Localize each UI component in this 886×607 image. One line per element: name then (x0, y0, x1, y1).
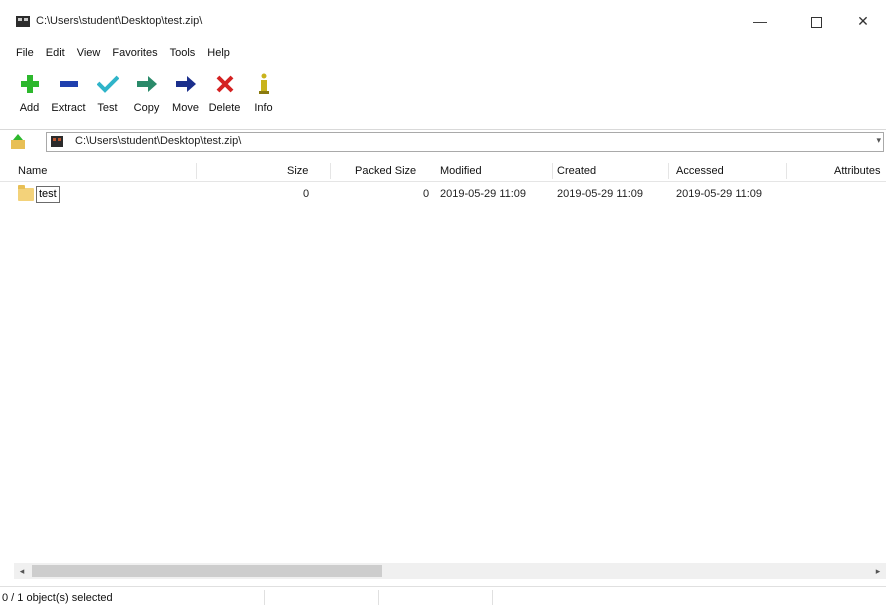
test-icon (96, 72, 120, 96)
extract-button[interactable]: Extract (49, 70, 88, 122)
maximize-button[interactable] (793, 6, 839, 36)
scroll-thumb[interactable] (32, 565, 382, 577)
move-icon (174, 72, 198, 96)
column-modified[interactable]: Modified (440, 161, 482, 181)
move-button[interactable]: Move (166, 70, 205, 122)
chevron-down-icon[interactable]: ▾ (876, 135, 881, 146)
file-packed-size-cell: 0 (423, 188, 430, 200)
scroll-right-icon[interactable]: ▸ (870, 563, 886, 579)
column-divider[interactable] (552, 163, 553, 179)
toolbar: Add Extract Test Copy Move Delete Info (10, 70, 283, 122)
add-button[interactable]: Add (10, 70, 49, 122)
title-bar: C:\Users\student\Desktop\test.zip\ — ✕ (0, 0, 886, 40)
menu-bar: File Edit View Favorites Tools Help (10, 45, 236, 61)
delete-label: Delete (208, 102, 241, 114)
info-button[interactable]: Info (244, 70, 283, 122)
copy-label: Copy (133, 102, 160, 114)
up-folder-icon (11, 134, 25, 149)
column-accessed[interactable]: Accessed (676, 161, 724, 181)
column-divider[interactable] (786, 163, 787, 179)
status-divider (378, 590, 379, 605)
close-button[interactable]: ✕ (840, 6, 886, 36)
column-name[interactable]: Name (18, 161, 47, 181)
file-accessed-cell: 2019-05-29 11:09 (676, 188, 763, 200)
add-label: Add (19, 102, 40, 114)
menu-help[interactable]: Help (201, 45, 236, 61)
column-attributes[interactable]: Attributes (834, 161, 880, 181)
menu-file[interactable]: File (10, 45, 40, 61)
menu-view[interactable]: View (71, 45, 107, 61)
extract-icon (57, 72, 81, 96)
test-label: Test (97, 102, 118, 114)
minimize-button[interactable]: — (737, 6, 783, 36)
column-packed-size[interactable]: Packed Size (355, 161, 416, 181)
address-input[interactable]: C:\Users\student\Desktop\test.zip\ ▾ (46, 132, 884, 152)
file-modified-cell: 2019-05-29 11:09 (440, 188, 527, 200)
file-list-header: Name Size Packed Size Modified Created A… (0, 161, 886, 182)
menu-tools[interactable]: Tools (164, 45, 202, 61)
move-label: Move (172, 102, 199, 114)
address-path: C:\Users\student\Desktop\test.zip\ (75, 135, 242, 147)
scroll-left-icon[interactable]: ◂ (14, 563, 30, 579)
delete-icon (213, 72, 237, 96)
menu-favorites[interactable]: Favorites (106, 45, 163, 61)
horizontal-scrollbar[interactable]: ◂ ▸ (14, 563, 886, 579)
info-icon (252, 72, 276, 96)
address-bar: C:\Users\student\Desktop\test.zip\ ▾ (0, 129, 886, 154)
copy-icon (135, 72, 159, 96)
add-icon (18, 72, 42, 96)
up-folder-button[interactable] (10, 134, 26, 150)
column-divider[interactable] (196, 163, 197, 179)
status-divider (264, 590, 265, 605)
status-bar: 0 / 1 object(s) selected (0, 586, 886, 607)
column-divider[interactable] (668, 163, 669, 179)
test-button[interactable]: Test (88, 70, 127, 122)
file-size-cell: 0 (303, 188, 310, 200)
column-created[interactable]: Created (557, 161, 596, 181)
maximize-icon (810, 16, 822, 28)
menu-edit[interactable]: Edit (40, 45, 71, 61)
file-name-cell[interactable]: test (36, 186, 60, 203)
info-label: Info (254, 102, 273, 114)
status-divider (492, 590, 493, 605)
folder-icon (18, 185, 34, 201)
archive-icon (51, 136, 63, 147)
file-created-cell: 2019-05-29 11:09 (557, 188, 644, 200)
table-row[interactable]: test 0 0 2019-05-29 11:09 2019-05-29 11:… (0, 185, 886, 203)
selection-status: 0 / 1 object(s) selected (2, 592, 113, 604)
extract-label: Extract (51, 102, 86, 114)
window-title: C:\Users\student\Desktop\test.zip\ (36, 15, 203, 27)
column-divider[interactable] (330, 163, 331, 179)
column-size[interactable]: Size (287, 161, 308, 181)
delete-button[interactable]: Delete (205, 70, 244, 122)
copy-button[interactable]: Copy (127, 70, 166, 122)
7zip-app-icon (16, 16, 30, 27)
